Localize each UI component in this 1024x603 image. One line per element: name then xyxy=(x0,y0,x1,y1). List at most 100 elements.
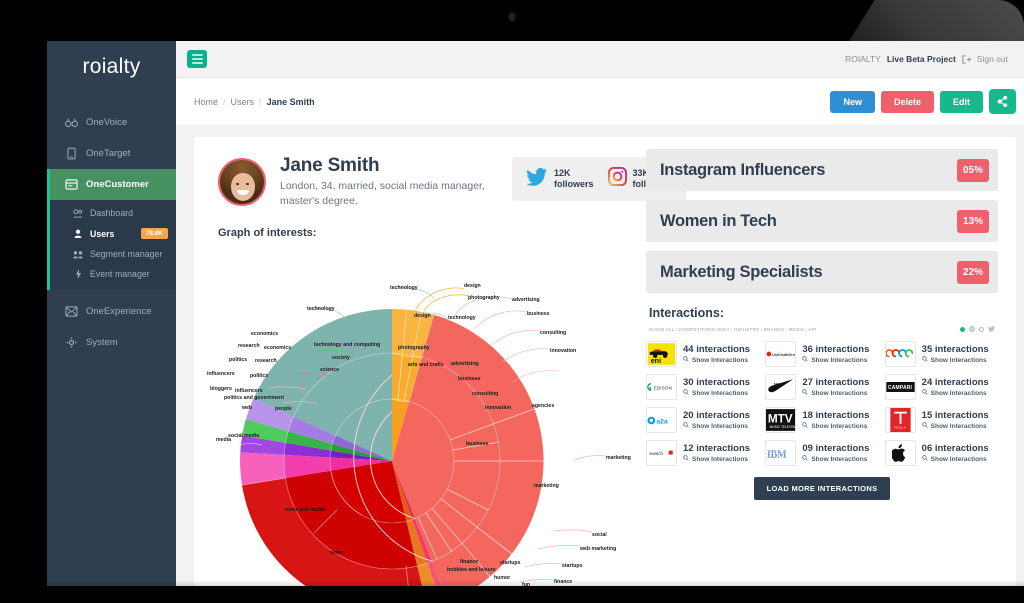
filter-competitors-only[interactable]: COMPETITORS ONLY xyxy=(679,327,730,332)
show-interactions-link[interactable]: Show Interactions xyxy=(802,455,869,463)
magnifier-icon xyxy=(921,455,928,463)
show-interactions-link[interactable]: Show Interactions xyxy=(802,389,869,397)
segment-card[interactable]: Marketing Specialists 22% xyxy=(646,251,998,293)
filter-industry[interactable]: INDUSTRY xyxy=(734,327,759,332)
chart-label: news xyxy=(330,550,343,556)
interaction-card[interactable]: a2a 20 interactions Show Interactions xyxy=(646,407,759,433)
delete-button[interactable]: Delete xyxy=(880,90,934,113)
show-interactions-link[interactable]: Show Interactions xyxy=(683,356,750,364)
chart-label: photography xyxy=(468,295,500,301)
sidebar-item-dashboard[interactable]: Dashboard xyxy=(47,203,176,223)
interaction-card[interactable]: IBM 09 interactions Show Interactions xyxy=(765,440,878,466)
chart-label: marketing xyxy=(606,455,631,461)
filter-media[interactable]: MEDIA xyxy=(788,327,804,332)
sidebar-item-event-manager[interactable]: Event manager xyxy=(47,264,176,284)
chart-label: science xyxy=(320,367,339,373)
brand-logo-mtv: MTVMUSIC TELEVISION xyxy=(765,407,797,433)
interaction-count: 27 interactions xyxy=(802,377,870,388)
sidebar-item-system[interactable]: System xyxy=(47,327,176,358)
card-icon xyxy=(65,178,78,191)
brand-logo-enel xyxy=(884,341,916,367)
share-nodes-icon[interactable] xyxy=(989,89,1016,114)
sidebar-item-segment-manager[interactable]: Segment manager xyxy=(47,244,176,264)
show-interactions-link[interactable]: Show Interactions xyxy=(921,455,989,463)
dot-filled-icon[interactable] xyxy=(960,326,965,332)
interaction-card[interactable]: eni 44 interactions Show Interactions xyxy=(646,341,759,367)
social-stat-twitter[interactable]: 12K followers xyxy=(526,167,594,191)
magnifier-icon xyxy=(683,356,689,364)
filter-show-all[interactable]: SHOW ALL xyxy=(649,327,675,332)
magnifier-icon xyxy=(683,455,689,463)
new-button[interactable]: New xyxy=(830,90,875,113)
camera-icon xyxy=(509,13,515,21)
edit-button[interactable]: Edit xyxy=(940,90,983,113)
chart-label: consulting xyxy=(540,330,566,336)
user-icon xyxy=(73,229,83,239)
brand-logo-ibm: IBM xyxy=(765,440,797,466)
dot-empty-icon[interactable] xyxy=(979,326,984,332)
interaction-card[interactable]: 35 interactions Show Interactions xyxy=(884,341,998,367)
people-icon xyxy=(73,249,83,259)
chart-label: society xyxy=(332,355,350,361)
show-interactions-link[interactable]: Show Interactions xyxy=(802,356,869,364)
mobile-icon xyxy=(65,147,78,160)
profile-details: London, 34, married, social media manage… xyxy=(280,180,485,207)
show-interactions-link[interactable]: Show Interactions xyxy=(921,422,989,430)
chart-label: social xyxy=(592,532,607,538)
chart-label: marketing xyxy=(534,483,559,489)
show-interactions-link[interactable]: Show Interactions xyxy=(921,389,989,397)
chart-label: technology xyxy=(390,285,418,291)
interaction-card[interactable]: MTVMUSIC TELEVISION 18 interactions Show… xyxy=(765,407,878,433)
avatar xyxy=(218,157,266,206)
interaction-count: 18 interactions xyxy=(802,410,870,421)
interaction-card[interactable]: TESLA 15 interactions Show Interactions xyxy=(884,407,998,433)
twitter-unit: followers xyxy=(554,179,594,189)
filter-separator: | xyxy=(805,326,807,332)
show-interactions-label: Show Interactions xyxy=(811,356,868,364)
show-interactions-link[interactable]: Show Interactions xyxy=(802,422,869,430)
show-interactions-link[interactable]: Show Interactions xyxy=(921,356,989,364)
twitter-icon[interactable] xyxy=(988,326,995,332)
show-interactions-link[interactable]: Show Interactions xyxy=(683,389,750,397)
show-interactions-link[interactable]: Show Interactions xyxy=(683,422,750,430)
sidebar-item-onecustomer[interactable]: OneCustomer xyxy=(47,169,176,200)
chart-label: media xyxy=(216,437,231,443)
sidebar-item-onetarget[interactable]: OneTarget xyxy=(47,138,176,169)
segment-card[interactable]: Instagram Influencers 05% xyxy=(646,149,998,191)
segment-card[interactable]: Women in Tech 13% xyxy=(646,200,998,242)
sidebar-item-label: OneCustomer xyxy=(86,179,149,190)
breadcrumb-users[interactable]: Users xyxy=(231,97,255,107)
breadcrumb-current: Jane Smith xyxy=(266,96,315,107)
sidebar-subnav: Dashboard Users 78.8K Segment manager Ev… xyxy=(47,200,176,290)
sidebar-item-onevoice[interactable]: OneVoice xyxy=(47,107,176,138)
chart-label: social media xyxy=(228,433,259,439)
load-more-interactions-button[interactable]: LOAD MORE INTERACTIONS xyxy=(754,477,890,500)
breadcrumb-home[interactable]: Home xyxy=(194,97,218,107)
globe-icon[interactable] xyxy=(969,326,975,332)
interaction-card[interactable]: UniCreditGroup 36 interactions Show Inte… xyxy=(765,341,878,367)
interaction-card[interactable]: NIKE 27 interactions Show Interactions xyxy=(765,374,878,400)
filter-brands[interactable]: BRANDS xyxy=(764,327,785,332)
signout-link[interactable]: Sign out xyxy=(977,54,1008,64)
show-interactions-link[interactable]: Show Interactions xyxy=(683,455,750,463)
brand-logo-unicredit: UniCreditGroup xyxy=(765,341,797,367)
sidebar-item-oneexperience[interactable]: OneExperience xyxy=(47,296,176,327)
interaction-card[interactable]: EDISON 30 interactions Show Interactions xyxy=(646,374,759,400)
logout-icon[interactable] xyxy=(962,54,971,64)
sidebar-item-users[interactable]: Users 78.8K xyxy=(47,223,176,244)
interaction-info: 20 interactions Show Interactions xyxy=(683,410,750,430)
magnifier-icon xyxy=(802,389,808,397)
filter-vip[interactable]: VIP xyxy=(808,327,816,332)
sidebar-subitem-label: Event manager xyxy=(90,269,150,279)
hamburger-icon[interactable] xyxy=(187,50,207,68)
interaction-card[interactable]: CAMPARI 24 interactions Show Interaction… xyxy=(884,374,998,400)
interests-sunburst-chart[interactable]: technology technology technology technol… xyxy=(202,249,632,586)
chart-label: web marketing xyxy=(579,546,616,552)
svg-text:IBM: IBM xyxy=(767,449,787,460)
filter-separator: | xyxy=(785,326,787,332)
interaction-card[interactable]: 06 interactions Show Interactions xyxy=(884,440,998,466)
filter-separator: | xyxy=(676,326,678,332)
interaction-card[interactable]: swatch 12 interactions Show Interactions xyxy=(646,440,759,466)
chart-label: photography xyxy=(398,345,430,351)
chart-label: innovation xyxy=(550,348,576,354)
